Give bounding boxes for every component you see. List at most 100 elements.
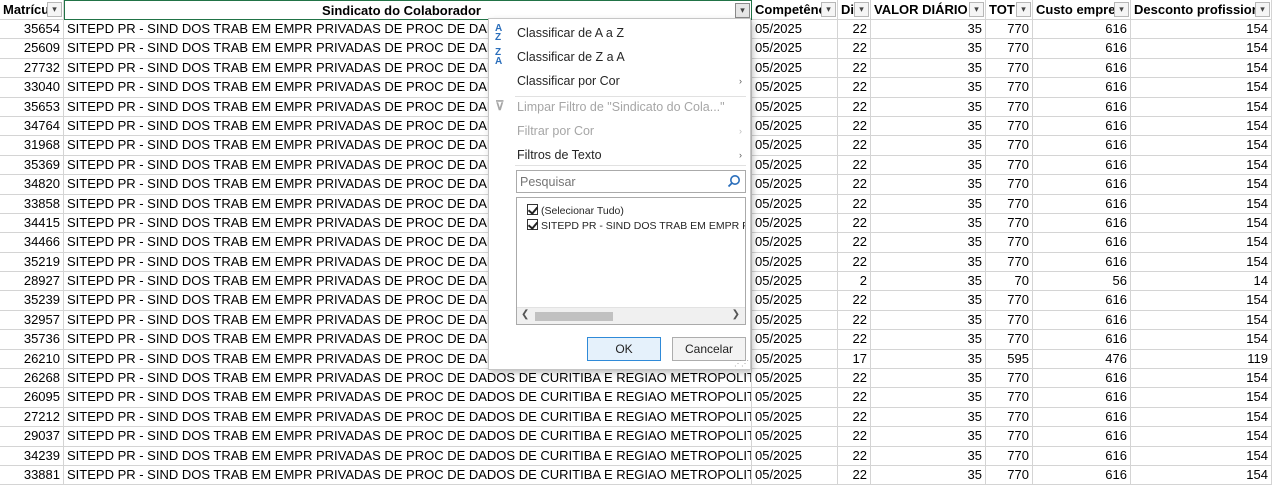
table-cell[interactable]: 616 bbox=[1033, 388, 1131, 408]
table-cell[interactable]: 616 bbox=[1033, 155, 1131, 176]
table-cell[interactable]: 35 bbox=[871, 427, 986, 447]
table-cell[interactable]: 616 bbox=[1033, 330, 1131, 350]
table-cell[interactable]: 616 bbox=[1033, 39, 1131, 59]
table-cell[interactable]: 22 bbox=[838, 407, 871, 428]
table-cell[interactable]: 17 bbox=[838, 349, 871, 370]
table-cell[interactable]: 05/2025 bbox=[752, 20, 838, 40]
cancel-button[interactable]: Cancelar bbox=[672, 337, 746, 361]
table-cell[interactable]: 22 bbox=[838, 446, 871, 466]
filter-dropdown-icon[interactable]: ▾ bbox=[1255, 2, 1270, 17]
filter-by-color-menu-item[interactable]: Filtrar por Cor › bbox=[489, 119, 750, 143]
table-cell[interactable]: 05/2025 bbox=[752, 427, 838, 447]
clear-filter-menu-item[interactable]: ⊽ Limpar Filtro de "Sindicato do Cola...… bbox=[489, 95, 750, 119]
column-header-valor-diario[interactable]: VALOR DIÁRIO V ▾ bbox=[871, 0, 986, 20]
table-cell[interactable]: 31968 bbox=[0, 136, 64, 156]
table-cell[interactable]: 14 bbox=[1131, 272, 1272, 292]
filter-dropdown-icon[interactable]: ▾ bbox=[1114, 2, 1129, 17]
table-cell[interactable]: 154 bbox=[1131, 136, 1272, 156]
table-cell[interactable]: 154 bbox=[1131, 20, 1272, 40]
table-cell[interactable]: 22 bbox=[838, 155, 871, 176]
table-cell[interactable]: 05/2025 bbox=[752, 233, 838, 253]
table-cell[interactable]: 616 bbox=[1033, 116, 1131, 137]
table-cell[interactable]: 35239 bbox=[0, 291, 64, 311]
table-cell[interactable]: 05/2025 bbox=[752, 310, 838, 331]
table-cell[interactable]: 35736 bbox=[0, 330, 64, 350]
table-cell[interactable]: 22 bbox=[838, 388, 871, 408]
table-cell[interactable]: 22 bbox=[838, 310, 871, 331]
table-cell[interactable]: 770 bbox=[986, 136, 1033, 156]
table-cell[interactable]: 770 bbox=[986, 369, 1033, 389]
table-cell[interactable]: 770 bbox=[986, 252, 1033, 273]
table-cell[interactable]: 154 bbox=[1131, 446, 1272, 466]
table-cell[interactable]: 154 bbox=[1131, 175, 1272, 195]
table-cell[interactable]: 616 bbox=[1033, 369, 1131, 389]
table-cell[interactable]: 05/2025 bbox=[752, 465, 838, 485]
table-cell[interactable]: 05/2025 bbox=[752, 388, 838, 408]
table-cell[interactable]: 22 bbox=[838, 97, 871, 117]
search-icon[interactable] bbox=[727, 174, 741, 188]
scroll-left-icon[interactable]: ❮ bbox=[521, 309, 529, 320]
table-cell[interactable]: 32957 bbox=[0, 310, 64, 331]
ok-button[interactable]: OK bbox=[587, 337, 661, 361]
table-cell[interactable]: 770 bbox=[986, 388, 1033, 408]
filter-dropdown-icon[interactable]: ▾ bbox=[821, 2, 836, 17]
table-cell[interactable]: SITEPD PR - SIND DOS TRAB EM EMPR PRIVAD… bbox=[64, 388, 752, 408]
table-cell[interactable]: 770 bbox=[986, 427, 1033, 447]
table-cell[interactable]: 05/2025 bbox=[752, 369, 838, 389]
table-cell[interactable]: 154 bbox=[1131, 97, 1272, 117]
table-cell[interactable]: 22 bbox=[838, 175, 871, 195]
table-cell[interactable]: 770 bbox=[986, 97, 1033, 117]
table-cell[interactable]: 154 bbox=[1131, 330, 1272, 350]
table-cell[interactable]: SITEPD PR - SIND DOS TRAB EM EMPR PRIVAD… bbox=[64, 407, 752, 428]
table-cell[interactable]: 616 bbox=[1033, 310, 1131, 331]
filter-dropdown-icon[interactable]: ▾ bbox=[1016, 2, 1031, 17]
table-cell[interactable]: 770 bbox=[986, 39, 1033, 59]
list-item-checkbox[interactable] bbox=[527, 219, 538, 230]
table-cell[interactable]: 770 bbox=[986, 291, 1033, 311]
table-cell[interactable]: 26210 bbox=[0, 349, 64, 370]
table-cell[interactable]: 22 bbox=[838, 233, 871, 253]
select-all-checkbox[interactable] bbox=[527, 204, 538, 215]
table-cell[interactable]: 70 bbox=[986, 272, 1033, 292]
table-cell[interactable]: 35 bbox=[871, 39, 986, 59]
filter-dropdown-icon[interactable]: ▾ bbox=[854, 2, 869, 17]
table-cell[interactable]: 770 bbox=[986, 155, 1033, 176]
table-cell[interactable]: 476 bbox=[1033, 349, 1131, 370]
filter-dropdown-icon[interactable]: ▾ bbox=[47, 2, 62, 17]
table-cell[interactable]: 154 bbox=[1131, 252, 1272, 273]
table-cell[interactable]: 616 bbox=[1033, 97, 1131, 117]
table-cell[interactable]: 154 bbox=[1131, 233, 1272, 253]
column-header-total[interactable]: TOT ▾ bbox=[986, 0, 1033, 20]
table-cell[interactable]: 616 bbox=[1033, 446, 1131, 466]
table-cell[interactable]: 33881 bbox=[0, 465, 64, 485]
table-cell[interactable]: 595 bbox=[986, 349, 1033, 370]
table-cell[interactable]: 22 bbox=[838, 194, 871, 214]
table-cell[interactable]: 22 bbox=[838, 136, 871, 156]
table-cell[interactable]: 35 bbox=[871, 58, 986, 79]
table-cell[interactable]: 154 bbox=[1131, 116, 1272, 137]
table-cell[interactable]: 770 bbox=[986, 58, 1033, 79]
sort-by-color-menu-item[interactable]: Classificar por Cor › bbox=[489, 69, 750, 93]
sort-za-menu-item[interactable]: ZA Classificar de Z a A bbox=[489, 45, 750, 69]
table-cell[interactable]: 35 bbox=[871, 78, 986, 98]
table-cell[interactable]: SITEPD PR - SIND DOS TRAB EM EMPR PRIVAD… bbox=[64, 369, 752, 389]
table-cell[interactable]: 05/2025 bbox=[752, 97, 838, 117]
table-cell[interactable]: 616 bbox=[1033, 427, 1131, 447]
table-cell[interactable]: 26268 bbox=[0, 369, 64, 389]
table-cell[interactable]: 154 bbox=[1131, 213, 1272, 234]
table-cell[interactable]: 05/2025 bbox=[752, 291, 838, 311]
table-cell[interactable]: 770 bbox=[986, 78, 1033, 98]
table-cell[interactable]: 770 bbox=[986, 310, 1033, 331]
table-cell[interactable]: 616 bbox=[1033, 407, 1131, 428]
table-cell[interactable]: 22 bbox=[838, 78, 871, 98]
table-cell[interactable]: 616 bbox=[1033, 78, 1131, 98]
table-cell[interactable]: 154 bbox=[1131, 58, 1272, 79]
table-cell[interactable]: 154 bbox=[1131, 39, 1272, 59]
table-cell[interactable]: 770 bbox=[986, 175, 1033, 195]
table-cell[interactable]: SITEPD PR - SIND DOS TRAB EM EMPR PRIVAD… bbox=[64, 446, 752, 466]
table-cell[interactable]: 770 bbox=[986, 465, 1033, 485]
table-cell[interactable]: 33040 bbox=[0, 78, 64, 98]
table-cell[interactable]: 05/2025 bbox=[752, 39, 838, 59]
table-cell[interactable]: 35 bbox=[871, 272, 986, 292]
column-header-competencia[interactable]: Competênc ▾ bbox=[752, 0, 838, 20]
